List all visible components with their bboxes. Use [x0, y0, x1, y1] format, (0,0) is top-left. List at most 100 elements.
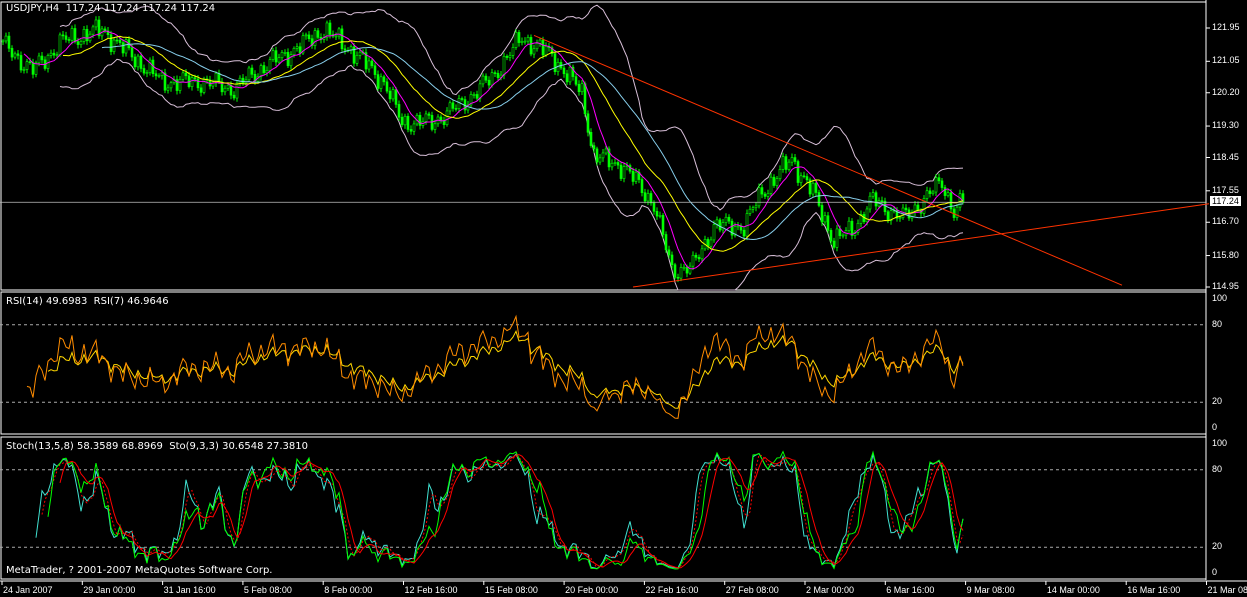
- time-tick-label: 5 Feb 08:00: [243, 585, 292, 595]
- candle-body: [829, 230, 833, 242]
- candle-body: [223, 87, 227, 93]
- candle-body: [511, 47, 515, 56]
- candle-body: [958, 193, 962, 208]
- candle-body: [295, 46, 299, 49]
- candle-body: [49, 52, 53, 56]
- candle-body: [328, 22, 332, 35]
- candle-body: [553, 53, 557, 72]
- candle-body: [184, 72, 188, 77]
- candle-body: [955, 206, 959, 218]
- time-tick-label: 6 Mar 16:00: [886, 585, 935, 595]
- candle-body: [541, 39, 545, 56]
- candle-body: [832, 240, 836, 248]
- symbol-label: USDJPY,H4: [6, 3, 60, 14]
- rsi14-label: RSI(14) 49.6983: [6, 296, 88, 307]
- candle-body: [655, 210, 659, 217]
- candle-body: [838, 228, 842, 236]
- candle-body: [772, 176, 776, 186]
- candle-body: [685, 266, 689, 274]
- candle-body: [484, 75, 488, 81]
- candle-body: [946, 192, 950, 196]
- candle-body: [445, 110, 449, 125]
- price-tick-label: 117.55: [1212, 184, 1239, 195]
- bollinger-upper: [59, 4, 964, 211]
- time-tick-label: 15 Feb 08:00: [484, 585, 538, 595]
- candle-body: [718, 219, 722, 231]
- candle-body: [232, 94, 236, 99]
- candle-body: [805, 176, 809, 181]
- candle-body: [13, 53, 17, 58]
- candle-body: [196, 78, 200, 89]
- candle-body: [676, 276, 680, 279]
- candle-body: [247, 67, 251, 81]
- candle-body: [694, 254, 698, 258]
- candle-body: [610, 162, 614, 168]
- candle-body: [850, 220, 854, 236]
- candle-body: [532, 48, 536, 55]
- candle-body: [769, 176, 773, 194]
- candle-body: [589, 131, 593, 146]
- candle-body: [25, 61, 29, 70]
- candle-body: [706, 239, 710, 247]
- ohlc-label: 117.24 117.24 117.24 117.24: [65, 3, 216, 14]
- rsi-header: RSI(14) 49.6983 RSI(7) 46.9646: [6, 296, 169, 307]
- candle-body: [376, 74, 380, 89]
- candle-body: [616, 162, 620, 166]
- rsi-tick-label: 80: [1212, 318, 1223, 329]
- candle-body: [472, 94, 476, 96]
- candle-body: [424, 113, 428, 122]
- candle-body: [577, 83, 581, 93]
- candle-body: [601, 152, 605, 159]
- candle-body: [520, 40, 524, 43]
- candle-body: [55, 54, 59, 57]
- rsi14-line: [47, 329, 964, 409]
- candle-body: [709, 239, 713, 247]
- candle-body: [37, 55, 41, 64]
- candle-body: [412, 123, 416, 132]
- candle-body: [664, 234, 668, 251]
- time-tick-label: 22 Feb 16:00: [645, 585, 699, 595]
- candle-body: [82, 29, 86, 42]
- candle-body: [580, 83, 584, 93]
- time-tick-label: 8 Feb 00:00: [324, 585, 373, 595]
- price-tick-label: 121.05: [1212, 55, 1240, 66]
- candle-body: [52, 52, 56, 56]
- candle-body: [700, 248, 704, 260]
- candle-body: [181, 72, 185, 80]
- candle-body: [22, 69, 26, 71]
- candle-body: [760, 187, 764, 195]
- sto-signal-line: [41, 454, 964, 569]
- price-tick-label: 116.70: [1212, 216, 1239, 227]
- price-tick-label: 119.30: [1212, 120, 1239, 131]
- stoch-tick-label: 0: [1212, 567, 1218, 577]
- time-tick-label: 12 Feb 16:00: [404, 585, 458, 595]
- candle-body: [592, 145, 596, 150]
- candle-body: [727, 216, 731, 222]
- time-tick-label: 29 Jan 00:00: [83, 585, 136, 595]
- candle-body: [250, 67, 254, 75]
- candle-body: [934, 177, 938, 193]
- candle-body: [652, 202, 656, 212]
- candle-body: [658, 215, 662, 217]
- rsi-tick-label: 0: [1212, 422, 1218, 432]
- candle-body: [871, 192, 875, 197]
- stoch-tick-label: 100: [1212, 438, 1228, 448]
- candle-body: [847, 220, 851, 231]
- candle-body: [67, 39, 71, 41]
- candle-body: [799, 175, 803, 183]
- candle-body: [775, 178, 779, 186]
- candle-body: [784, 156, 788, 170]
- candle-body: [745, 213, 749, 237]
- candle-body: [28, 61, 32, 63]
- stoch2-label: Sto(9,3,3) 30.6548 27.3810: [169, 441, 308, 452]
- price-panel-frame: [0, 1, 1207, 291]
- candle-body: [643, 192, 647, 202]
- candle-body: [385, 81, 389, 92]
- candle-body: [505, 55, 509, 58]
- candle-body: [778, 168, 782, 179]
- candle-body: [712, 224, 716, 241]
- candle-body: [190, 77, 194, 87]
- candle-body: [400, 116, 404, 126]
- candle-body: [229, 84, 233, 96]
- current-price-label: 117.24: [1210, 196, 1241, 207]
